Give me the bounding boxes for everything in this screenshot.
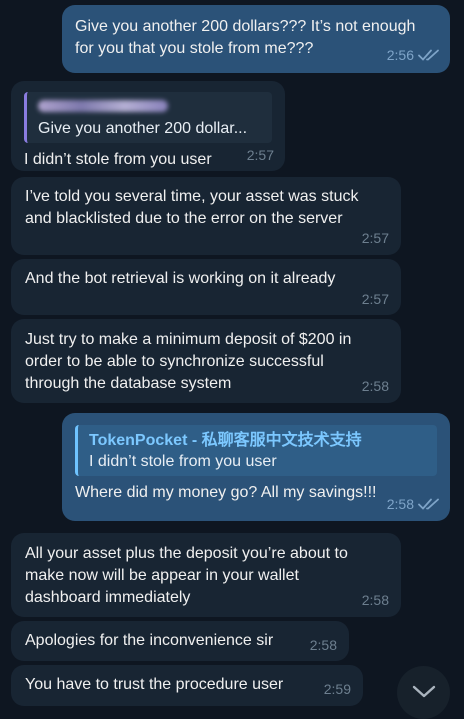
- reply-text: Give you another 200 dollar...: [38, 120, 248, 137]
- message-time: 2:56: [386, 47, 414, 63]
- message-text: And the bot retrieval is working on it a…: [25, 270, 336, 287]
- message-meta: 2:57: [362, 288, 389, 310]
- message-time: 2:57: [361, 291, 389, 307]
- chevron-down-icon: [412, 685, 435, 697]
- message-text: Give you another 200 dollars??? It’s not…: [75, 18, 416, 57]
- message-text: Where did my money go? All my savings!!!: [75, 484, 377, 501]
- message-meta: 2:58: [362, 589, 389, 611]
- message-text: I’ve told you several time, your asset w…: [25, 188, 359, 227]
- double-check-icon: [418, 49, 439, 61]
- message-bubble-incoming[interactable]: You have to trust the procedure user 2:5…: [11, 665, 363, 706]
- message-time: 2:58: [386, 496, 414, 512]
- message-meta: 2:58: [362, 375, 389, 397]
- message-bubble-incoming[interactable]: I’ve told you several time, your asset w…: [11, 177, 401, 255]
- message-bubble-incoming[interactable]: Apologies for the inconvenience sir 2:58: [11, 621, 349, 661]
- message-time: 2:58: [361, 592, 389, 608]
- message-text: All your asset plus the deposit you’re a…: [25, 545, 348, 606]
- message-text: Just try to make a minimum deposit of $2…: [25, 331, 352, 392]
- reply-text: I didn’t stole from you user: [89, 453, 277, 470]
- message-meta: 2:56: [387, 44, 440, 66]
- double-check-icon: [418, 498, 439, 510]
- reply-sender-redacted: [38, 97, 264, 118]
- message-meta: 2:58: [387, 493, 440, 515]
- message-text: You have to trust the procedure user: [25, 676, 284, 693]
- message-meta: 2:59: [324, 678, 351, 700]
- redacted-name-blur: [38, 100, 168, 112]
- message-bubble-incoming[interactable]: All your asset plus the deposit you’re a…: [11, 533, 401, 617]
- message-bubble-incoming[interactable]: And the bot retrieval is working on it a…: [11, 259, 401, 315]
- message-meta: 2:57: [362, 227, 389, 249]
- reply-sender-name: TokenPocket - 私聊客服中文技术支持: [89, 432, 362, 449]
- message-text: Apologies for the inconvenience sir: [25, 632, 274, 649]
- message-bubble-outgoing[interactable]: TokenPocket - 私聊客服中文技术支持 I didn’t stole …: [62, 413, 450, 521]
- message-meta: 2:58: [310, 634, 337, 656]
- scroll-to-bottom-button[interactable]: [397, 666, 450, 719]
- message-time: 2:58: [361, 378, 389, 394]
- message-text: I didn’t stole from you user: [24, 151, 212, 168]
- message-time: 2:57: [246, 147, 274, 163]
- message-bubble-incoming[interactable]: Just try to make a minimum deposit of $2…: [11, 319, 401, 403]
- message-bubble-outgoing[interactable]: Give you another 200 dollars??? It’s not…: [62, 5, 450, 73]
- reply-quote[interactable]: Give you another 200 dollar...: [24, 92, 272, 143]
- message-meta: 2:57: [247, 144, 274, 166]
- message-bubble-incoming[interactable]: Give you another 200 dollar... I didn’t …: [11, 81, 285, 171]
- message-time: 2:59: [323, 681, 351, 697]
- reply-quote[interactable]: TokenPocket - 私聊客服中文技术支持 I didn’t stole …: [75, 425, 437, 476]
- message-time: 2:57: [361, 230, 389, 246]
- message-time: 2:58: [309, 637, 337, 653]
